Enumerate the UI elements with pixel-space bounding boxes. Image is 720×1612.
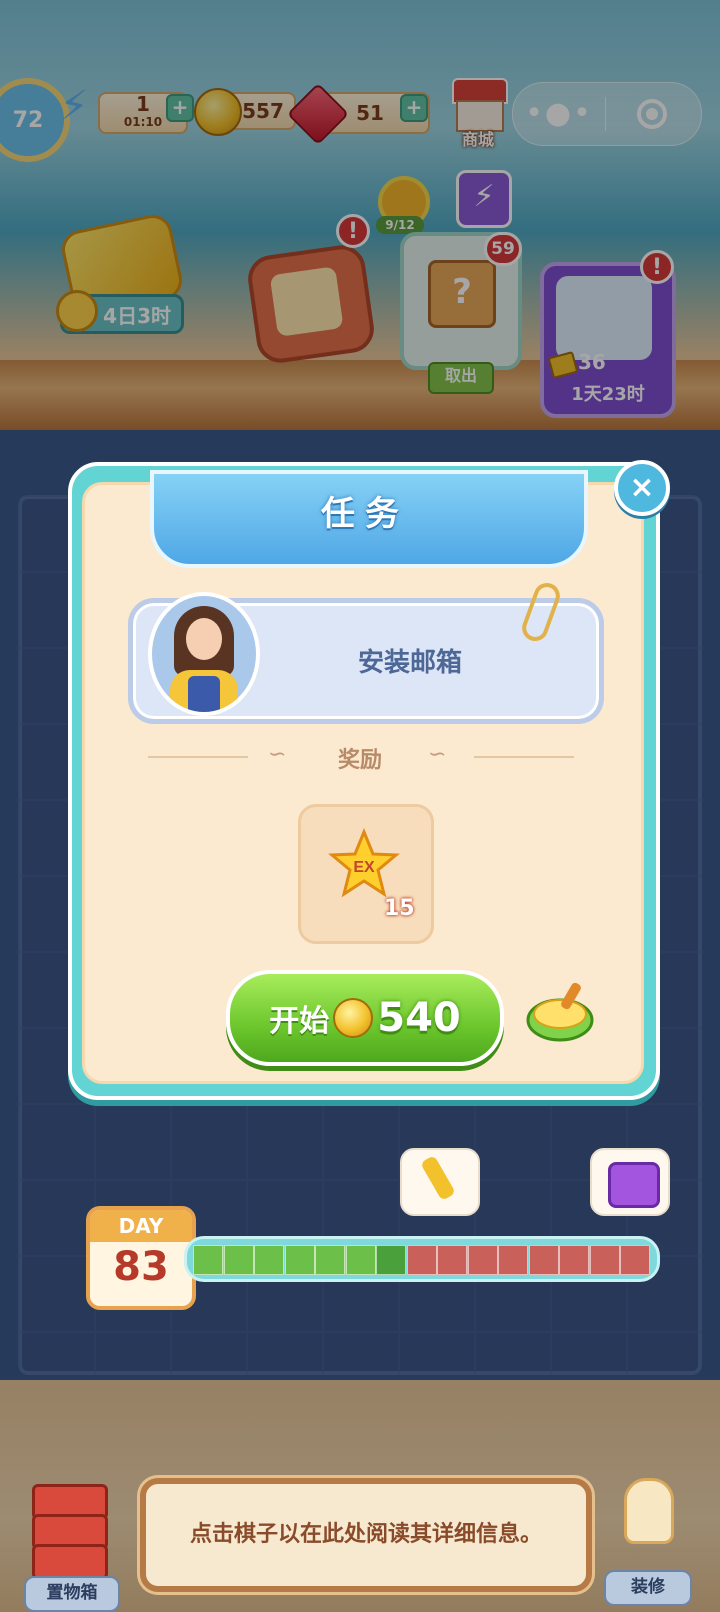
star-icon: EX xyxy=(328,828,400,898)
progress-segment xyxy=(376,1245,406,1275)
ex-text: EX xyxy=(353,859,375,876)
progress-segment xyxy=(406,1245,437,1275)
info-text: 点击棋子以在此处阅读其详细信息。 xyxy=(189,1522,542,1547)
decorate-label: 装修 xyxy=(604,1570,692,1606)
progress-segment xyxy=(559,1245,589,1275)
swirl-right-icon: ∽ xyxy=(428,742,447,767)
avatar-apron xyxy=(188,676,220,712)
day-progress-bar xyxy=(184,1236,660,1282)
start-button[interactable]: 开始 540 xyxy=(226,970,504,1066)
coin-icon xyxy=(333,998,374,1038)
progress-segment xyxy=(345,1245,376,1275)
pot-icon xyxy=(526,982,594,1042)
start-label: 开始 xyxy=(269,1004,330,1039)
storage-box-icon xyxy=(32,1544,108,1580)
progress-segment xyxy=(193,1245,223,1275)
task-name: 安装邮箱 xyxy=(357,648,462,678)
day-label: DAY xyxy=(90,1210,192,1242)
avatar-face xyxy=(186,618,222,660)
start-cost: 540 xyxy=(377,995,461,1041)
divider-right xyxy=(474,756,574,758)
storage-button[interactable]: 置物箱 xyxy=(24,1484,120,1612)
reward-amount: 15 xyxy=(384,896,415,921)
progress-segment xyxy=(498,1245,528,1275)
progress-segment xyxy=(284,1245,315,1275)
progress-segment xyxy=(620,1245,650,1275)
storage-label: 置物箱 xyxy=(24,1576,120,1612)
day-calendar: DAY 83 xyxy=(86,1206,196,1310)
avatar xyxy=(148,592,260,716)
progress-segment xyxy=(254,1245,284,1275)
chest-icon xyxy=(608,1162,660,1208)
progress-segment xyxy=(315,1245,345,1275)
progress-segment xyxy=(589,1245,620,1275)
day-number: 83 xyxy=(113,1244,169,1290)
progress-segment xyxy=(437,1245,467,1275)
decorate-button[interactable]: 装修 xyxy=(604,1478,692,1606)
modal-title: 任务 xyxy=(321,494,409,534)
close-icon[interactable]: × xyxy=(614,460,670,516)
progress-segment xyxy=(223,1245,254,1275)
divider-left xyxy=(148,756,248,758)
decorate-icon xyxy=(624,1478,674,1544)
progress-segment xyxy=(467,1245,498,1275)
progress-segment xyxy=(528,1245,559,1275)
